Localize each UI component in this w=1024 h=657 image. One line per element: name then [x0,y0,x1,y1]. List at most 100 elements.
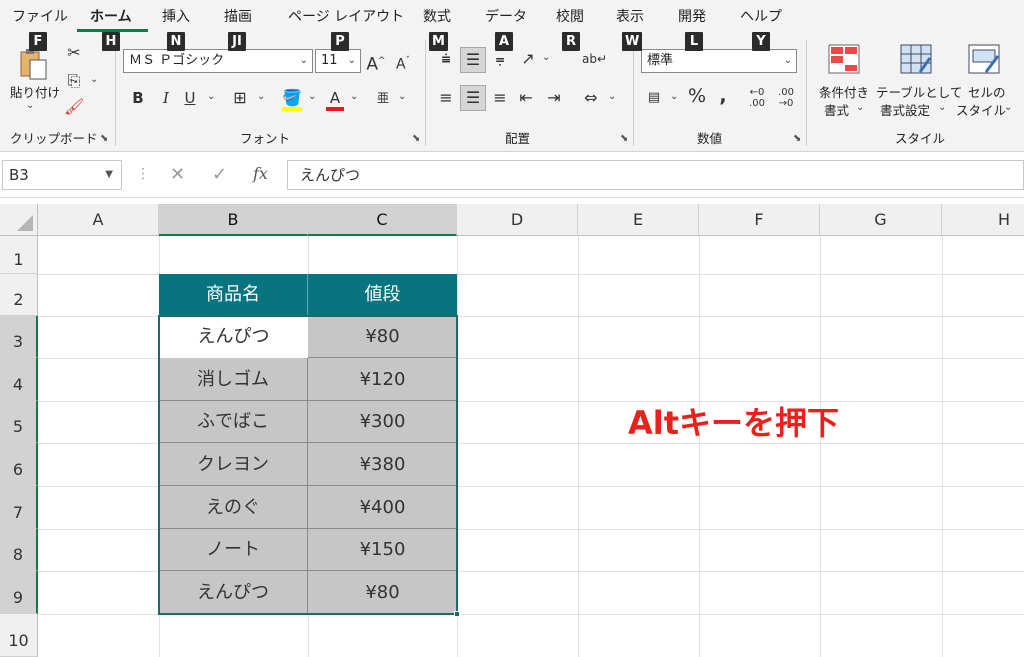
cancel-icon[interactable]: ✕ [170,164,185,185]
tab-formulas[interactable]: 数式 [423,0,451,32]
tab-page-layout[interactable]: ページ レイアウト [288,0,404,32]
worksheet-grid[interactable]: A B C D E F G H 1 2 3 4 5 6 7 8 9 10 商品名… [0,198,1024,657]
table-cell-name[interactable]: えんぴつ [159,571,308,614]
cell-styles-button[interactable]: セルの スタイル ⌄ [954,42,1018,122]
row-header-9[interactable]: 9 [0,571,38,614]
column-header-g[interactable]: G [820,204,942,236]
bold-button[interactable]: B [130,87,146,109]
name-box[interactable]: B3 ▼ [2,160,122,190]
conditional-formatting-button[interactable]: 条件付き 書式 ⌄ [814,42,874,122]
chevron-down-icon[interactable]: ⌄ [257,91,265,102]
table-cell-price[interactable]: ¥80 [308,571,457,614]
column-header-d[interactable]: D [457,204,578,236]
enter-icon[interactable]: ✓ [212,164,227,185]
column-header-a[interactable]: A [38,204,159,236]
table-cell-price[interactable]: ¥300 [308,401,457,443]
row-header-3[interactable]: 3 [0,316,38,358]
format-painter-icon[interactable]: 🖌 [64,96,84,118]
tab-draw[interactable]: 描画 [224,0,252,32]
align-bottom-icon[interactable]: ⩦ [490,48,510,70]
accounting-format-icon[interactable]: ▤ [642,87,666,109]
column-header-e[interactable]: E [578,204,699,236]
font-size-combo[interactable]: 11 ⌄ [315,49,361,73]
grow-font-icon[interactable]: A^ [366,50,386,76]
dialog-launcher-icon[interactable]: ⬊ [412,133,420,144]
table-cell-name[interactable]: ふでばこ [159,401,308,443]
chevron-down-icon[interactable]: ⌄ [608,91,616,102]
table-header-product[interactable]: 商品名 [159,274,308,316]
column-header-c[interactable]: C [308,204,457,236]
table-header-price[interactable]: 値段 [308,274,457,316]
copy-icon[interactable]: ⎘ [64,70,84,92]
chevron-down-icon[interactable]: ⌄ [207,91,215,102]
column-header-f[interactable]: F [699,204,820,236]
cut-icon[interactable]: ✂ [64,42,84,64]
chevron-down-icon[interactable]: ⌄ [670,91,678,102]
italic-button[interactable]: I [158,87,174,109]
number-format-combo[interactable]: 標準 ⌄ [641,49,797,73]
table-cell-name[interactable]: クレヨン [159,443,308,486]
table-cell-price[interactable]: ¥400 [308,486,457,529]
row-header-2[interactable]: 2 [0,274,38,316]
shrink-font-icon[interactable]: Aˇ [393,50,413,76]
align-top-icon[interactable]: ⩧ [436,48,456,70]
orientation-icon[interactable]: ↗ [518,48,538,70]
row-header-10[interactable]: 10 [0,614,38,657]
row-header-4[interactable]: 4 [0,358,38,401]
paste-button[interactable]: 貼り付け ⌄ [6,46,60,120]
decrease-decimal-icon[interactable]: .00 →0 [774,87,798,109]
comma-style-icon[interactable]: , [714,85,732,107]
column-header-b[interactable]: B [159,204,308,236]
tab-view[interactable]: 表示 [616,0,644,32]
formula-input[interactable]: えんぴつ [287,160,1024,190]
tab-developer[interactable]: 開発 [678,0,706,32]
row-header-8[interactable]: 8 [0,529,38,571]
fill-handle[interactable] [454,611,460,617]
row-header-6[interactable]: 6 [0,443,38,486]
row-header-7[interactable]: 7 [0,486,38,529]
select-all-corner[interactable] [0,204,38,236]
table-cell-price[interactable]: ¥380 [308,443,457,486]
tab-data[interactable]: データ [485,0,527,32]
underline-button[interactable]: U [182,87,198,109]
table-cell-price[interactable]: ¥80 [308,316,457,358]
tab-insert[interactable]: 挿入 [162,0,190,32]
format-as-table-button[interactable]: テーブルとして 書式設定 ⌄ [874,42,962,122]
table-cell-name[interactable]: ノート [159,529,308,571]
fill-color-icon[interactable]: 🪣 [282,87,302,109]
insert-function-button[interactable]: fx [253,164,268,183]
tab-help[interactable]: ヘルプ [740,0,782,32]
dialog-launcher-icon[interactable]: ⬊ [793,133,801,144]
chevron-down-icon[interactable]: ⌄ [350,91,358,102]
column-header-h[interactable]: H [942,204,1024,236]
percent-style-icon[interactable]: % [686,85,708,107]
tab-file[interactable]: ファイル [12,0,68,32]
borders-icon[interactable]: ⊞ [230,87,250,109]
row-header-5[interactable]: 5 [0,401,38,443]
dialog-launcher-icon[interactable]: ⬊ [100,133,108,144]
wrap-text-icon[interactable]: ab↵ [582,48,607,70]
chevron-down-icon[interactable]: ⌄ [90,74,98,85]
merge-center-icon[interactable]: ⇔ [580,87,602,109]
font-name-combo[interactable]: ＭＳ Ｐゴシック ⌄ [123,49,313,73]
table-cell-price[interactable]: ¥150 [308,529,457,571]
row-header-1[interactable]: 1 [0,236,38,274]
tab-home[interactable]: ホーム [90,0,132,32]
group-separator [115,40,116,146]
table-cell-name[interactable]: えんぴつ [159,316,308,358]
font-color-button[interactable]: A [326,87,344,109]
table-cell-name[interactable]: 消しゴム [159,358,308,401]
chevron-down-icon[interactable]: ⌄ [308,91,316,102]
tab-review[interactable]: 校閲 [556,0,584,32]
phonetic-guide-button[interactable]: 亜 [374,87,392,109]
increase-indent-icon[interactable]: ⇥ [544,87,564,109]
chevron-down-icon[interactable]: ⌄ [398,91,406,102]
increase-decimal-icon[interactable]: ←0.00 [745,87,769,109]
decrease-indent-icon[interactable]: ⇤ [516,87,536,109]
table-cell-price[interactable]: ¥120 [308,358,457,401]
align-right-icon[interactable]: ≡ [490,87,510,109]
dialog-launcher-icon[interactable]: ⬊ [620,133,628,144]
table-cell-name[interactable]: えのぐ [159,486,308,529]
chevron-down-icon[interactable]: ⌄ [542,52,550,63]
align-left-icon[interactable]: ≡ [436,87,456,109]
